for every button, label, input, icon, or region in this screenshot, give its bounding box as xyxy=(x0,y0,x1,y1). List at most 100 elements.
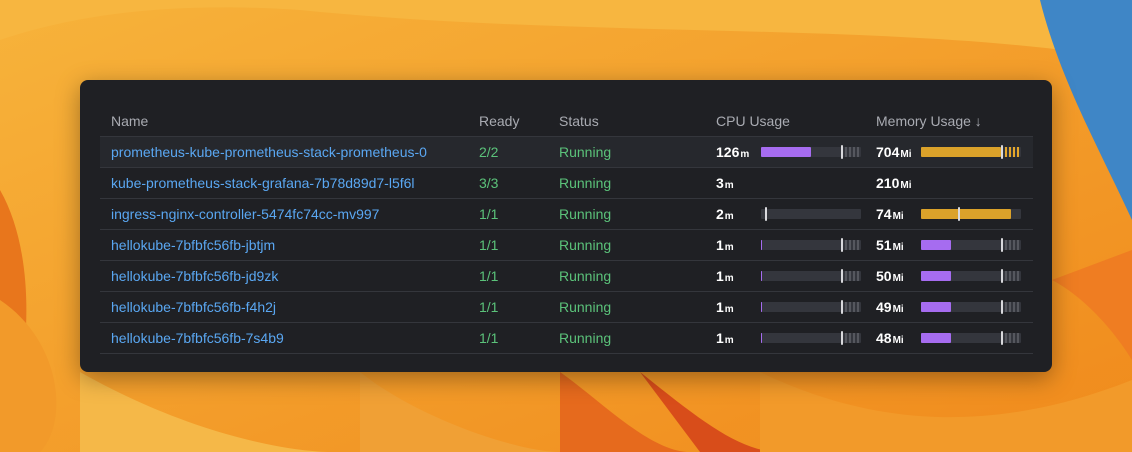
table-row[interactable]: prometheus-kube-prometheus-stack-prometh… xyxy=(100,136,1033,168)
cpu-usage-bar xyxy=(761,269,861,283)
memory-usage-request-marker xyxy=(958,207,960,221)
memory-usage: 49Mi xyxy=(876,292,1021,322)
status-text: Running xyxy=(559,237,612,253)
column-header-status[interactable]: Status xyxy=(559,106,599,136)
status-text: Running xyxy=(559,299,612,315)
pods-panel: Name Ready Status CPU Usage Memory Usage… xyxy=(80,80,1052,372)
memory-usage-request-marker xyxy=(1001,331,1003,345)
cpu-usage-unit: m xyxy=(724,242,734,253)
memory-usage-bar xyxy=(921,331,1021,345)
ready-count: 2/2 xyxy=(479,144,499,160)
memory-usage-number: 51 xyxy=(876,237,892,253)
cpu-usage-value: 2m xyxy=(716,206,760,222)
memory-usage-value: 49Mi xyxy=(876,299,920,315)
pods-table: Name Ready Status CPU Usage Memory Usage… xyxy=(100,106,1033,354)
table-row[interactable]: kube-prometheus-stack-grafana-7b78d89d7-… xyxy=(100,168,1033,199)
cpu-usage: 1m xyxy=(716,292,861,322)
memory-usage-unit: Mi xyxy=(892,273,904,284)
cpu-usage-number: 1 xyxy=(716,330,724,346)
memory-usage-limit-marks xyxy=(1005,333,1021,343)
pod-name-link[interactable]: hellokube-7bfbfc56fb-jbtjm xyxy=(111,230,275,260)
cpu-usage-request-marker xyxy=(841,145,843,159)
memory-usage-value: 50Mi xyxy=(876,268,920,284)
cpu-usage-bar xyxy=(761,145,861,159)
memory-usage-bar-fill xyxy=(921,209,1011,219)
cpu-usage-bar xyxy=(761,300,861,314)
ready-count: 1/1 xyxy=(479,299,499,315)
memory-usage-unit: Mi xyxy=(892,242,904,253)
pod-name-link[interactable]: hellokube-7bfbfc56fb-jd9zk xyxy=(111,261,278,291)
memory-usage-number: 74 xyxy=(876,206,892,222)
memory-usage-unit: Mi xyxy=(892,335,904,346)
pod-name-link[interactable]: prometheus-kube-prometheus-stack-prometh… xyxy=(111,137,427,167)
cpu-usage-value: 1m xyxy=(716,330,760,346)
cpu-usage: 3m xyxy=(716,168,760,198)
memory-usage-bar xyxy=(921,269,1021,283)
table-row[interactable]: hellokube-7bfbfc56fb-jbtjm 1/1 Running 1m 51… xyxy=(100,230,1033,261)
cpu-usage-unit: m xyxy=(724,304,734,315)
cpu-usage-bar-fill xyxy=(761,271,762,281)
pod-name-link[interactable]: hellokube-7bfbfc56fb-7s4b9 xyxy=(111,323,284,353)
cpu-usage-limit-marks xyxy=(845,147,861,157)
memory-usage-bar-fill xyxy=(921,271,951,281)
memory-usage-bar-fill xyxy=(921,240,951,250)
cpu-usage-bar xyxy=(761,331,861,345)
cpu-usage-unit: m xyxy=(724,273,734,284)
cpu-usage: 1m xyxy=(716,261,861,291)
memory-usage-bar xyxy=(921,145,1021,159)
memory-usage-number: 210 xyxy=(876,175,900,191)
table-row[interactable]: hellokube-7bfbfc56fb-jd9zk 1/1 Running 1m 50… xyxy=(100,261,1033,292)
memory-usage: 50Mi xyxy=(876,261,1021,291)
memory-usage-bar-fill xyxy=(921,333,951,343)
cpu-usage-limit-marks xyxy=(845,333,861,343)
pod-name-link[interactable]: ingress-nginx-controller-5474fc74cc-mv99… xyxy=(111,199,379,229)
table-row[interactable]: hellokube-7bfbfc56fb-f4h2j 1/1 Running 1m 49… xyxy=(100,292,1033,323)
cpu-usage-limit-marks xyxy=(845,271,861,281)
memory-usage-number: 50 xyxy=(876,268,892,284)
status-text: Running xyxy=(559,268,612,284)
memory-usage-bar-fill xyxy=(921,147,1001,157)
memory-usage-value: 51Mi xyxy=(876,237,920,253)
cpu-usage-number: 3 xyxy=(716,175,724,191)
cpu-usage-value: 1m xyxy=(716,268,760,284)
table-row[interactable]: hellokube-7bfbfc56fb-7s4b9 1/1 Running 1m 48… xyxy=(100,323,1033,354)
ready-count: 1/1 xyxy=(479,206,499,222)
cpu-usage-value: 1m xyxy=(716,237,760,253)
column-header-memory-usage[interactable]: Memory Usage ↓ xyxy=(876,106,982,136)
memory-usage-unit: Mi xyxy=(892,304,904,315)
cpu-usage-limit-marks xyxy=(845,240,861,250)
cpu-usage-bar xyxy=(761,238,861,252)
column-header-cpu-usage[interactable]: CPU Usage xyxy=(716,106,790,136)
memory-usage-request-marker xyxy=(1001,300,1003,314)
cpu-usage-bar-fill xyxy=(761,147,811,157)
cpu-usage-request-marker xyxy=(841,269,843,283)
pod-name-link[interactable]: kube-prometheus-stack-grafana-7b78d89d7-… xyxy=(111,168,415,198)
cpu-usage-value: 3m xyxy=(716,175,760,191)
memory-usage: 74Mi xyxy=(876,199,1021,229)
column-header-name[interactable]: Name xyxy=(111,106,148,136)
memory-usage-limit-marks xyxy=(1005,147,1021,157)
memory-usage-request-marker xyxy=(1001,269,1003,283)
memory-usage-request-marker xyxy=(1001,238,1003,252)
memory-usage-limit-marks xyxy=(1005,240,1021,250)
status-text: Running xyxy=(559,144,612,160)
pod-name-link[interactable]: hellokube-7bfbfc56fb-f4h2j xyxy=(111,292,276,322)
cpu-usage-bar-fill xyxy=(761,333,762,343)
cpu-usage-limit-marks xyxy=(845,302,861,312)
cpu-usage-bar-fill xyxy=(761,302,762,312)
cpu-usage-request-marker xyxy=(765,207,767,221)
column-header-ready[interactable]: Ready xyxy=(479,106,519,136)
ready-count: 1/1 xyxy=(479,237,499,253)
cpu-usage: 1m xyxy=(716,230,861,260)
memory-usage-number: 48 xyxy=(876,330,892,346)
cpu-usage-number: 2 xyxy=(716,206,724,222)
cpu-usage-request-marker xyxy=(841,238,843,252)
memory-usage-unit: Mi xyxy=(900,180,912,191)
table-row[interactable]: ingress-nginx-controller-5474fc74cc-mv99… xyxy=(100,199,1033,230)
memory-usage-unit: Mi xyxy=(892,211,904,222)
cpu-usage: 1m xyxy=(716,323,861,353)
memory-usage-limit-marks xyxy=(1005,302,1021,312)
cpu-usage: 126m xyxy=(716,137,861,167)
cpu-usage-unit: m xyxy=(724,180,734,191)
memory-usage-value: 48Mi xyxy=(876,330,920,346)
